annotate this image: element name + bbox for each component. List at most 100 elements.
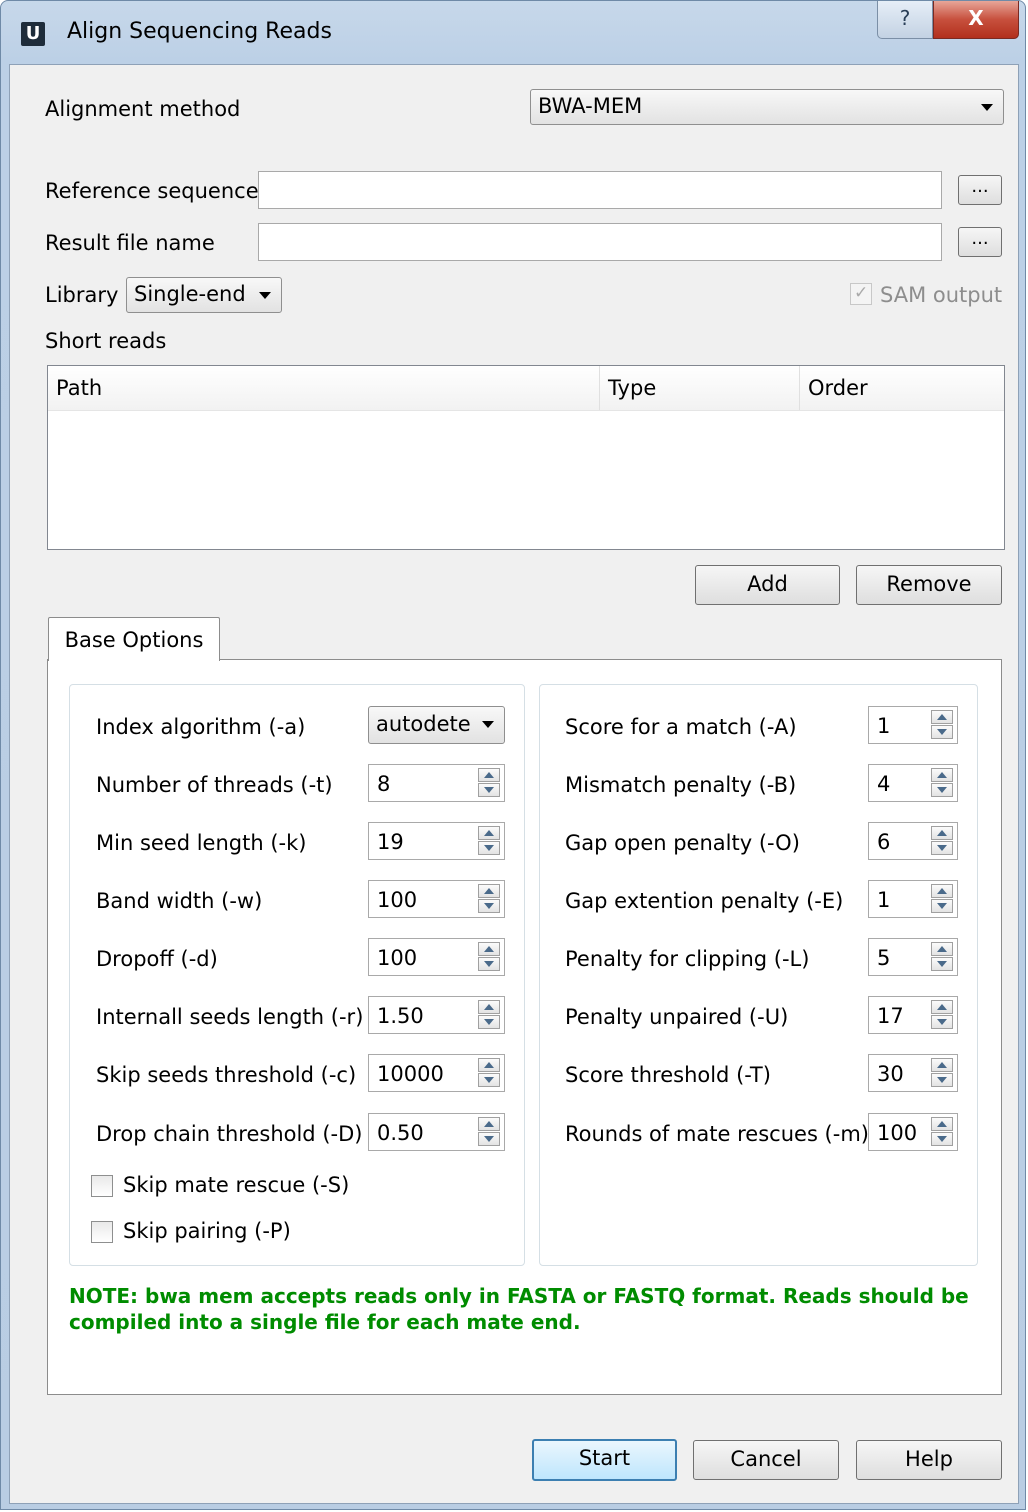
alignment-method-combo[interactable]: BWA-MEM	[530, 89, 1004, 125]
arrow-down-icon[interactable]	[931, 841, 953, 855]
clipping-penalty-spinbox[interactable]: 5	[868, 938, 958, 976]
app-logo-icon: U	[21, 22, 45, 46]
band-width-label: Band width (-w)	[96, 889, 263, 913]
reference-sequence-label: Reference sequence	[45, 179, 259, 203]
library-value: Single-end	[134, 282, 246, 306]
band-width-spinbox[interactable]: 100	[368, 880, 505, 918]
arrow-down-icon[interactable]	[931, 725, 953, 739]
column-header-order[interactable]: Order	[800, 366, 1004, 410]
arrow-down-icon[interactable]	[478, 783, 500, 797]
reference-browse-button[interactable]: ...	[958, 175, 1002, 205]
arrow-up-icon[interactable]	[931, 884, 953, 898]
score-match-value: 1	[877, 714, 891, 738]
mate-rescue-rounds-label: Rounds of mate rescues (-m)	[565, 1122, 869, 1146]
arrow-down-icon[interactable]	[478, 957, 500, 971]
arrow-up-icon[interactable]	[931, 826, 953, 840]
skip-pairing-label: Skip pairing (-P)	[123, 1219, 291, 1243]
arrow-up-icon[interactable]	[478, 884, 500, 898]
chevron-down-icon	[482, 721, 494, 728]
min-seed-length-spinbox[interactable]: 19	[368, 822, 505, 860]
clipping-penalty-value: 5	[877, 946, 891, 970]
index-algorithm-value: autodete	[376, 712, 471, 736]
gap-open-penalty-spinbox[interactable]: 6	[868, 822, 958, 860]
score-match-label: Score for a match (-A)	[565, 715, 797, 739]
mismatch-penalty-value: 4	[877, 772, 891, 796]
arrow-up-icon[interactable]	[478, 1058, 500, 1072]
library-label: Library	[45, 283, 119, 307]
skip-seeds-threshold-spinbox[interactable]: 10000	[368, 1054, 505, 1092]
result-file-input[interactable]	[258, 223, 942, 261]
title-bar[interactable]: U Align Sequencing Reads ? X	[1, 1, 1025, 65]
ellipsis-icon: ...	[971, 176, 989, 197]
window-title: Align Sequencing Reads	[67, 19, 332, 44]
internal-seeds-length-label: Internall seeds length (-r)	[96, 1005, 364, 1029]
help-button[interactable]: Help	[856, 1440, 1002, 1480]
arrow-down-icon[interactable]	[931, 1015, 953, 1029]
mismatch-penalty-spinbox[interactable]: 4	[868, 764, 958, 802]
arrow-up-icon[interactable]	[931, 768, 953, 782]
library-combo[interactable]: Single-end	[126, 277, 282, 313]
internal-seeds-length-spinbox[interactable]: 1.50	[368, 996, 505, 1034]
result-browse-button[interactable]: ...	[958, 227, 1002, 257]
arrow-up-icon[interactable]	[931, 710, 953, 724]
score-match-spinbox[interactable]: 1	[868, 706, 958, 744]
index-algorithm-combo[interactable]: autodete	[368, 706, 505, 744]
arrow-down-icon[interactable]	[931, 899, 953, 913]
skip-seeds-threshold-value: 10000	[377, 1062, 444, 1086]
dropoff-value: 100	[377, 946, 418, 970]
arrow-up-icon[interactable]	[478, 768, 500, 782]
arrow-up-icon[interactable]	[478, 1000, 500, 1014]
gap-extension-penalty-value: 1	[877, 888, 891, 912]
chevron-down-icon	[259, 292, 271, 299]
arrow-up-icon[interactable]	[931, 942, 953, 956]
arrow-down-icon[interactable]	[478, 1015, 500, 1029]
chevron-down-icon	[981, 104, 993, 111]
format-note-line-1: NOTE: bwa mem accepts reads only in FAST…	[69, 1284, 969, 1308]
score-threshold-spinbox[interactable]: 30	[868, 1054, 958, 1092]
add-button[interactable]: Add	[695, 565, 840, 605]
arrow-down-icon[interactable]	[931, 1073, 953, 1087]
unpaired-penalty-spinbox[interactable]: 17	[868, 996, 958, 1034]
column-header-path[interactable]: Path	[48, 366, 600, 410]
band-width-value: 100	[377, 888, 418, 912]
arrow-up-icon[interactable]	[931, 1117, 953, 1131]
column-header-type[interactable]: Type	[600, 366, 800, 410]
arrow-up-icon[interactable]	[478, 1117, 500, 1131]
arrow-down-icon[interactable]	[931, 1132, 953, 1146]
tab-base-options[interactable]: Base Options	[48, 617, 220, 661]
arrow-down-icon[interactable]	[478, 899, 500, 913]
mate-rescue-rounds-spinbox[interactable]: 100	[868, 1113, 958, 1151]
close-button[interactable]: X	[933, 1, 1019, 39]
short-reads-table[interactable]: Path Type Order	[47, 365, 1005, 550]
arrow-down-icon[interactable]	[478, 841, 500, 855]
arrow-up-icon[interactable]	[931, 1058, 953, 1072]
skip-mate-rescue-checkbox[interactable]	[91, 1175, 113, 1197]
score-threshold-value: 30	[877, 1062, 904, 1086]
arrow-down-icon[interactable]	[931, 783, 953, 797]
threads-spinbox[interactable]: 8	[368, 764, 505, 802]
arrow-up-icon[interactable]	[478, 942, 500, 956]
min-seed-length-label: Min seed length (-k)	[96, 831, 307, 855]
sam-output-checkbox[interactable]	[850, 283, 872, 305]
index-algorithm-label: Index algorithm (-a)	[96, 715, 306, 739]
arrow-down-icon[interactable]	[931, 957, 953, 971]
arrow-up-icon[interactable]	[478, 826, 500, 840]
format-note: NOTE: bwa mem accepts reads only in FAST…	[69, 1283, 989, 1335]
drop-chain-threshold-label: Drop chain threshold (-D)	[96, 1122, 363, 1146]
reference-sequence-input[interactable]	[258, 171, 942, 209]
remove-button[interactable]: Remove	[856, 565, 1002, 605]
dropoff-spinbox[interactable]: 100	[368, 938, 505, 976]
start-button[interactable]: Start	[532, 1439, 677, 1481]
drop-chain-threshold-spinbox[interactable]: 0.50	[368, 1113, 505, 1151]
gap-extension-penalty-spinbox[interactable]: 1	[868, 880, 958, 918]
result-file-label: Result file name	[45, 231, 215, 255]
skip-pairing-checkbox[interactable]	[91, 1221, 113, 1243]
arrow-down-icon[interactable]	[478, 1073, 500, 1087]
drop-chain-threshold-value: 0.50	[377, 1121, 424, 1145]
cancel-button[interactable]: Cancel	[693, 1440, 839, 1480]
help-title-button[interactable]: ?	[877, 1, 933, 39]
arrow-down-icon[interactable]	[478, 1132, 500, 1146]
gap-extension-penalty-label: Gap extention penalty (-E)	[565, 889, 844, 913]
arrow-up-icon[interactable]	[931, 1000, 953, 1014]
internal-seeds-length-value: 1.50	[377, 1004, 424, 1028]
